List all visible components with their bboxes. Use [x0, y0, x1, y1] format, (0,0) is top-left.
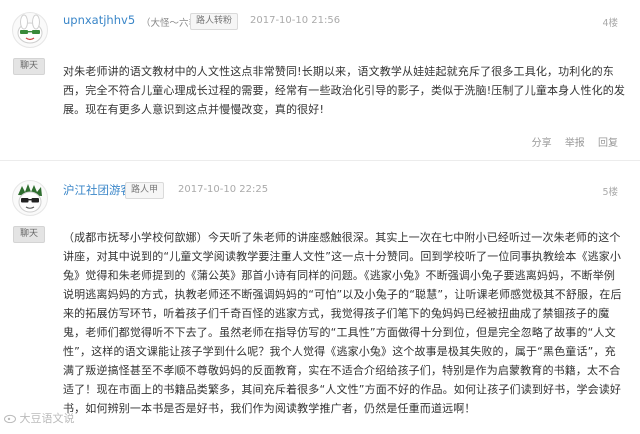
comment-actions: 分享 举报 回复: [522, 134, 618, 149]
comment-divider: [0, 160, 640, 161]
user-badge: 路人甲: [125, 182, 165, 199]
chat-button[interactable]: 聊天: [13, 58, 45, 75]
user-badge: 路人转粉: [190, 13, 239, 30]
chat-button[interactable]: 聊天: [13, 226, 45, 243]
avatar[interactable]: [12, 180, 48, 216]
comment-text: （成都市抚琴小学校何歆娜）今天听了朱老师的讲座感触很深。其实上一次在七中附小已经…: [63, 231, 622, 415]
user-avatar-icon: [18, 184, 42, 213]
avatar[interactable]: [12, 12, 48, 48]
share-link[interactable]: 分享: [532, 138, 552, 149]
comment-timestamp: 2017-10-10 21:56: [250, 15, 341, 26]
weibo-icon: [4, 414, 16, 424]
user-avatar-icon: [17, 14, 43, 44]
report-link[interactable]: 举报: [565, 138, 585, 149]
watermark-text: 大豆语文说: [19, 412, 75, 425]
comment-timestamp: 2017-10-10 22:25: [178, 184, 269, 195]
reply-link[interactable]: 回复: [598, 138, 618, 149]
comment-username[interactable]: 沪江社团游客: [63, 182, 132, 198]
floor-number: 5楼: [602, 187, 618, 198]
comment-username[interactable]: upnxatjhhv5: [63, 13, 135, 27]
floor-number: 4楼: [602, 18, 618, 29]
comment-text: 对朱老师讲的语文教材中的人文性这点非常赞同!长期以来，语文教学从娃娃起就充斥了很…: [63, 65, 626, 116]
watermark: 大豆语文说: [4, 410, 75, 426]
